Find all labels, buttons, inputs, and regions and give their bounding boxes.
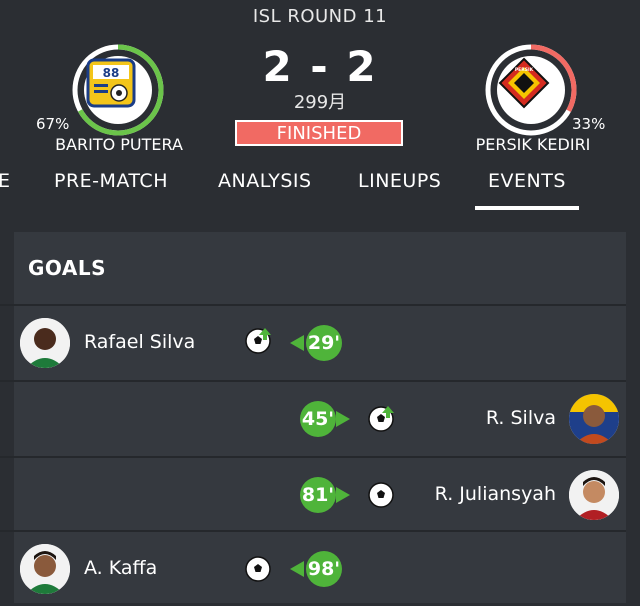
active-tab-indicator xyxy=(475,206,579,210)
tab-events[interactable]: EVENTS xyxy=(488,170,566,192)
player-photo-icon xyxy=(569,394,619,444)
player-name: A. Kaffa xyxy=(84,557,158,579)
tab-pre-match[interactable]: PRE-MATCH xyxy=(54,170,168,192)
player-avatar xyxy=(20,318,70,368)
match-header: ISL ROUND 11 88 67% BARITO PUTERA 2 - 2 … xyxy=(0,0,640,213)
svg-text:PERSIK: PERSIK xyxy=(515,67,534,73)
player-name: R. Silva xyxy=(485,407,556,429)
tab-bar: E PRE-MATCH ANALYSIS LINEUPS EVENTS xyxy=(0,160,640,213)
player-avatar xyxy=(20,544,70,594)
goals-section-title: GOALS xyxy=(28,256,107,280)
goal-event-row[interactable]: Rafael Silva 29' xyxy=(0,306,640,380)
home-win-pct: 67% xyxy=(36,115,70,133)
away-team-badge[interactable]: PERSIK xyxy=(483,42,579,138)
away-team-logo: PERSIK xyxy=(497,56,565,124)
player-photo-icon xyxy=(20,544,70,594)
tab-lineups[interactable]: LINEUPS xyxy=(358,170,441,192)
away-team-name: PERSIK KEDIRI xyxy=(475,135,591,154)
tab-partial[interactable]: E xyxy=(0,170,11,192)
goal-event-row[interactable]: A. Kaffa 98' xyxy=(0,532,640,606)
goal-ball-icon xyxy=(368,406,394,432)
goal-minute: 98' xyxy=(307,558,341,580)
persik-crest-icon: PERSIK xyxy=(498,57,550,109)
away-win-pct: 33% xyxy=(572,115,606,133)
player-name: Rafael Silva xyxy=(84,331,196,353)
player-avatar xyxy=(569,470,619,520)
ball-icon xyxy=(368,482,394,508)
home-team-name: BARITO PUTERA xyxy=(55,135,183,154)
match-status-badge: FINISHED xyxy=(235,120,403,146)
player-avatar xyxy=(569,394,619,444)
goal-event-row[interactable]: 81' R. Juliansyah xyxy=(0,458,640,532)
player-name: R. Juliansyah xyxy=(434,483,556,505)
player-photo-icon xyxy=(20,318,70,368)
player-photo-icon xyxy=(569,470,619,520)
round-title: ISL ROUND 11 xyxy=(252,6,388,27)
goal-ball-icon xyxy=(245,328,271,354)
goal-minute: 29' xyxy=(307,332,341,354)
goal-event-row[interactable]: 45' R. Silva xyxy=(0,382,640,456)
goal-minute: 45' xyxy=(301,408,335,430)
tab-analysis[interactable]: ANALYSIS xyxy=(218,170,312,192)
goal-minute: 81' xyxy=(301,484,335,506)
ball-icon xyxy=(245,556,271,582)
